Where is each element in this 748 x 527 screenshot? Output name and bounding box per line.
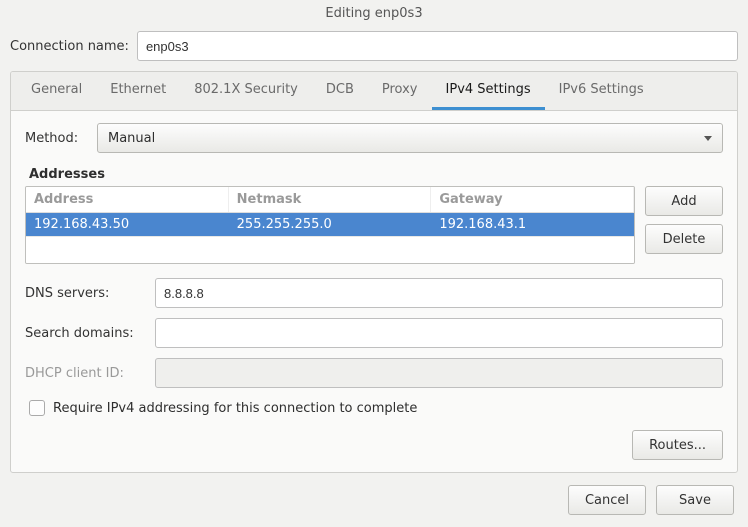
tab-security[interactable]: 802.1X Security xyxy=(180,72,312,110)
tab-bar: General Ethernet 802.1X Security DCB Pro… xyxy=(11,72,737,111)
connection-name-row: Connection name: xyxy=(0,27,748,65)
connection-name-label: Connection name: xyxy=(10,39,129,54)
chevron-down-icon xyxy=(704,136,712,141)
tab-ethernet[interactable]: Ethernet xyxy=(96,72,180,110)
connection-name-input[interactable] xyxy=(137,31,738,61)
search-domains-label: Search domains: xyxy=(25,326,155,341)
dns-label: DNS servers: xyxy=(25,286,155,301)
addresses-side-buttons: Add Delete xyxy=(645,186,723,254)
method-label: Method: xyxy=(25,131,89,146)
require-ipv4-label: Require IPv4 addressing for this connect… xyxy=(53,401,417,416)
cell-gateway: 192.168.43.1 xyxy=(431,213,634,236)
ipv4-form: DNS servers: Search domains: DHCP client… xyxy=(25,278,723,388)
tab-general[interactable]: General xyxy=(17,72,96,110)
tab-ipv6[interactable]: IPv6 Settings xyxy=(545,72,658,110)
ipv4-panel: Method: Manual Addresses Address Netmask… xyxy=(11,111,737,472)
dhcp-client-id-label: DHCP client ID: xyxy=(25,366,155,381)
tab-frame: General Ethernet 802.1X Security DCB Pro… xyxy=(10,71,738,473)
addresses-header: Address Netmask Gateway xyxy=(26,187,634,213)
dns-servers-input[interactable] xyxy=(155,278,723,308)
method-row: Method: Manual xyxy=(25,123,723,153)
col-address: Address xyxy=(26,187,229,212)
routes-button[interactable]: Routes... xyxy=(632,430,723,460)
addresses-empty-space[interactable] xyxy=(26,236,634,263)
cancel-button[interactable]: Cancel xyxy=(568,485,646,515)
method-value: Manual xyxy=(108,131,155,146)
addresses-table[interactable]: Address Netmask Gateway 192.168.43.50 25… xyxy=(25,186,635,264)
addresses-area: Address Netmask Gateway 192.168.43.50 25… xyxy=(25,186,723,264)
cell-netmask: 255.255.255.0 xyxy=(229,213,432,236)
col-netmask: Netmask xyxy=(229,187,432,212)
window-title: Editing enp0s3 xyxy=(0,0,748,27)
routes-row: Routes... xyxy=(25,430,723,460)
delete-button[interactable]: Delete xyxy=(645,224,723,254)
dhcp-client-id-input xyxy=(155,358,723,388)
search-domains-input[interactable] xyxy=(155,318,723,348)
col-gateway: Gateway xyxy=(431,187,634,212)
cell-address: 192.168.43.50 xyxy=(26,213,229,236)
save-button[interactable]: Save xyxy=(656,485,734,515)
tab-proxy[interactable]: Proxy xyxy=(368,72,432,110)
table-row[interactable]: 192.168.43.50 255.255.255.0 192.168.43.1 xyxy=(26,213,634,236)
addresses-heading: Addresses xyxy=(29,167,723,182)
method-combo[interactable]: Manual xyxy=(97,123,723,153)
tab-dcb[interactable]: DCB xyxy=(312,72,368,110)
add-button[interactable]: Add xyxy=(645,186,723,216)
require-ipv4-checkbox[interactable] xyxy=(29,400,45,416)
require-ipv4-row: Require IPv4 addressing for this connect… xyxy=(25,400,723,416)
editor-window: Editing enp0s3 Connection name: General … xyxy=(0,0,748,527)
tab-ipv4[interactable]: IPv4 Settings xyxy=(432,72,545,110)
dialog-footer: Cancel Save xyxy=(0,473,748,527)
